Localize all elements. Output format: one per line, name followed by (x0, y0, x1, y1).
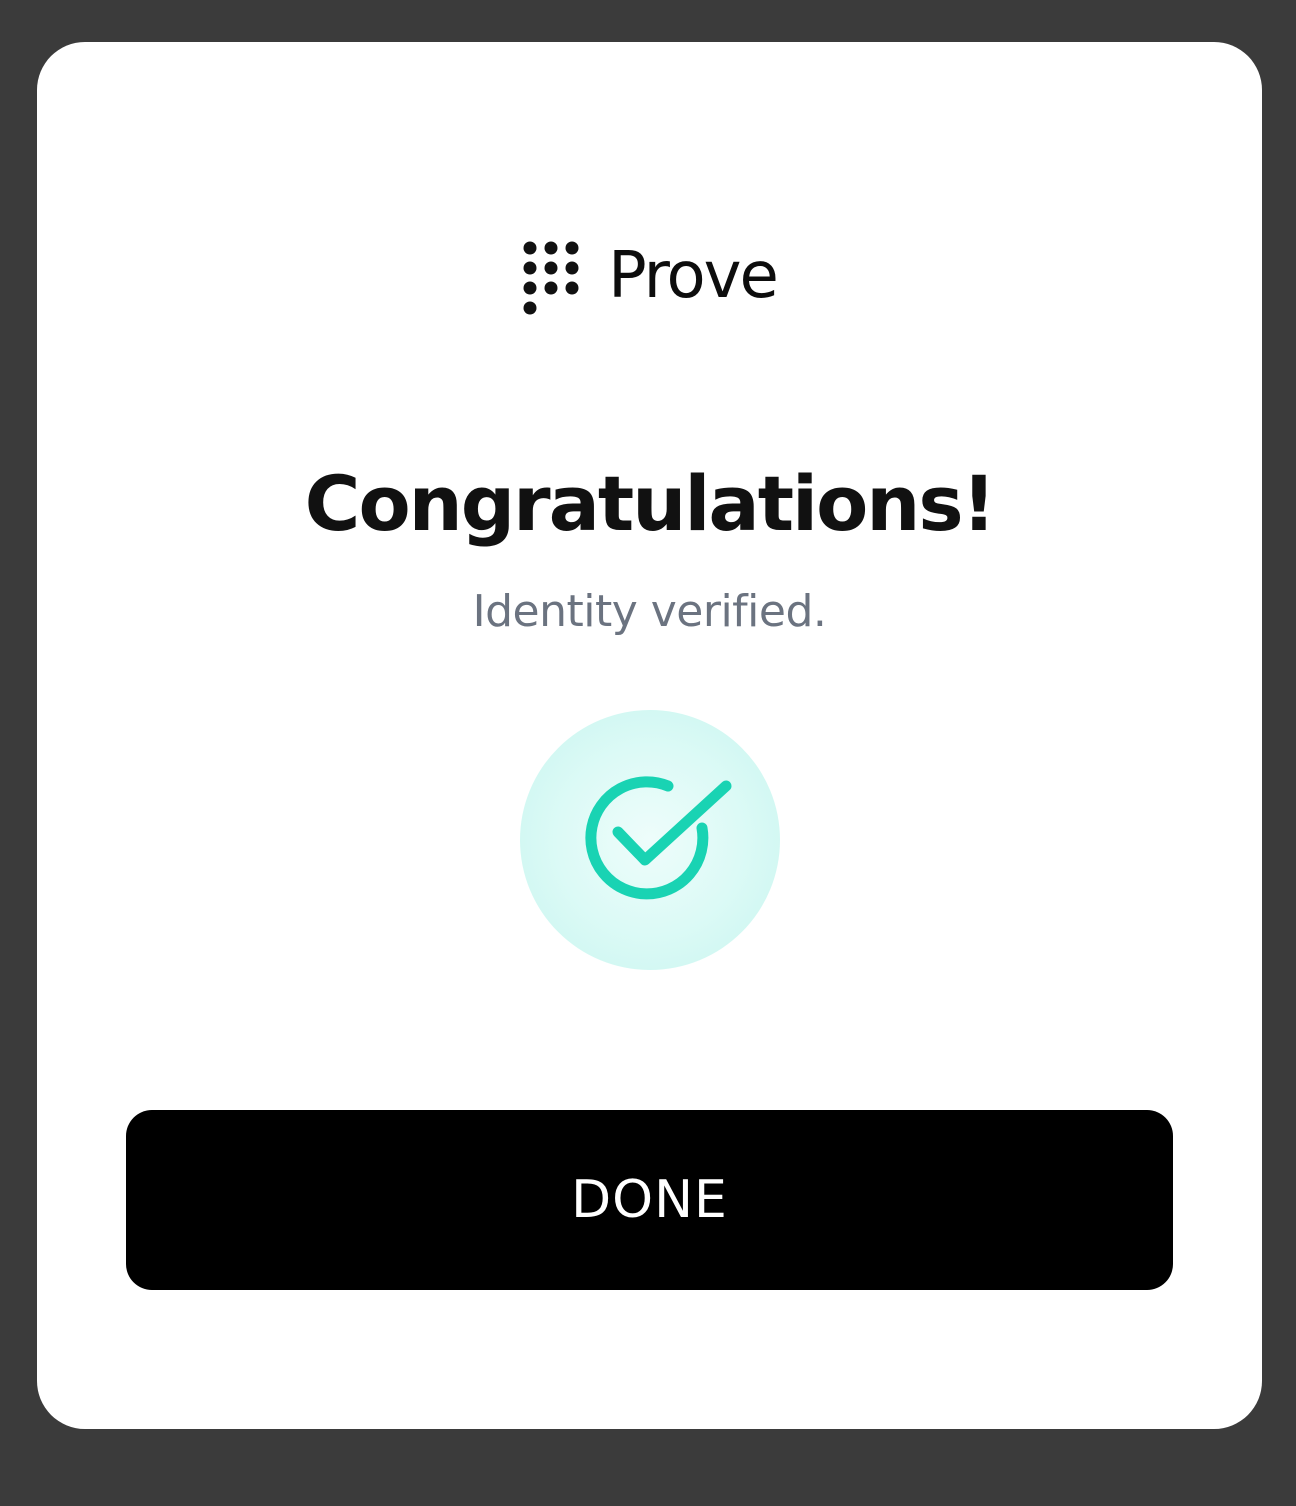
verified-badge (518, 708, 782, 972)
brand-header: Prove (37, 239, 1262, 328)
success-dialog: Prove Congratulations! Identity verified… (37, 42, 1262, 1429)
done-button[interactable]: DONE (126, 1110, 1173, 1290)
check-circle-icon (520, 710, 780, 970)
page-title: Congratulations! (304, 459, 997, 548)
prove-logo-icon (523, 241, 579, 315)
brand-name: Prove (608, 239, 779, 313)
status-message: Identity verified. (472, 586, 827, 637)
